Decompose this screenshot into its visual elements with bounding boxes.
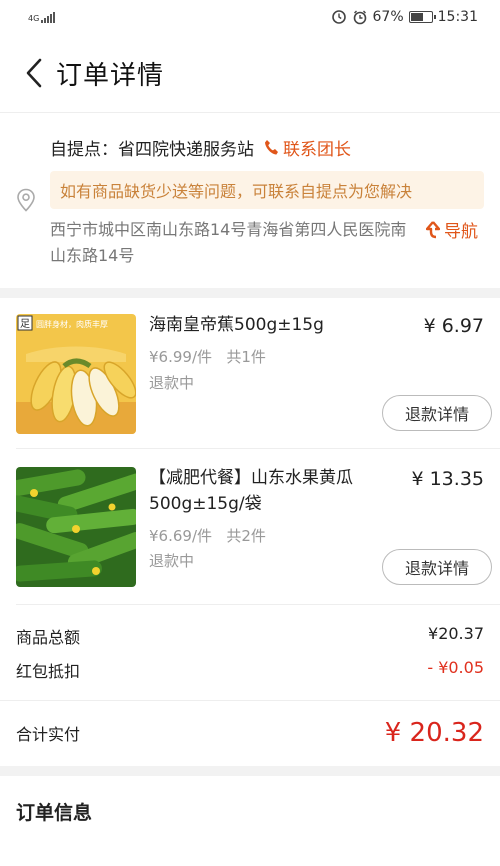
pickup-notice: 如有商品缺货少送等问题，可联系自提点为您解决 bbox=[50, 171, 484, 209]
product-unit-price: ¥6.69/件 bbox=[149, 527, 212, 545]
contact-leader-label: 联系团长 bbox=[283, 140, 351, 160]
goods-total-value: ¥20.37 bbox=[428, 624, 484, 643]
header: 订单详情 bbox=[0, 34, 500, 112]
divider bbox=[16, 448, 500, 449]
coupon-value: - ¥0.05 bbox=[427, 658, 484, 677]
product-refund-status: 退款中 bbox=[149, 552, 195, 570]
phone-icon bbox=[265, 140, 278, 155]
clock-time: 15:31 bbox=[437, 9, 478, 25]
product-image-cucumber bbox=[16, 467, 136, 587]
order-info-card: 订单信息 bbox=[0, 776, 500, 866]
order-goods-card: 足 圆胖身材，肉质丰厚 海南皇帝蕉500g±15g ¥ 6.97 ¥6.99/件… bbox=[0, 298, 500, 766]
chevron-left-icon bbox=[26, 58, 42, 88]
list-item[interactable]: 【减肥代餐】山东水果黄瓜500g±15g/袋 ¥ 13.35 ¥6.69/件 共… bbox=[0, 453, 500, 603]
banana-image: 足 圆胖身材，肉质丰厚 bbox=[16, 314, 136, 434]
status-bar: 4G 67% 15:31 bbox=[0, 0, 500, 34]
refund-details-button[interactable]: 退款详情 bbox=[382, 549, 492, 585]
svg-text:足: 足 bbox=[20, 318, 30, 330]
pickup-name: 省四院快递服务站 bbox=[118, 140, 254, 160]
coupon-row: 红包抵扣 - ¥0.05 bbox=[16, 658, 484, 682]
contact-leader-button[interactable]: 联系团长 bbox=[264, 135, 351, 160]
page-title: 订单详情 bbox=[56, 60, 165, 91]
back-button[interactable] bbox=[20, 53, 48, 93]
product-unit-quantity: ¥6.69/件 共2件 bbox=[149, 525, 266, 546]
product-unit-quantity: ¥6.99/件 共1件 bbox=[149, 346, 266, 367]
location-pin-icon bbox=[17, 188, 35, 212]
product-name: 【减肥代餐】山东水果黄瓜500g±15g/袋 bbox=[149, 468, 353, 514]
goods-total-row: 商品总额 ¥20.37 bbox=[16, 624, 484, 648]
product-refund-status: 退款中 bbox=[149, 374, 195, 392]
battery-percent: 67% bbox=[372, 9, 404, 25]
paid-total-label: 合计实付 bbox=[16, 725, 81, 744]
alarm-icon bbox=[331, 10, 346, 24]
navigate-arrow-icon bbox=[426, 220, 440, 238]
navigate-button[interactable]: 导航 bbox=[426, 217, 478, 242]
clock-icon bbox=[353, 10, 366, 25]
paid-total-value: ¥ 20.32 bbox=[384, 718, 484, 748]
pickup-label: 自提点： bbox=[50, 140, 118, 160]
signal-indicator: 4G bbox=[28, 11, 56, 23]
product-quantity: 共2件 bbox=[226, 527, 266, 545]
navigate-label: 导航 bbox=[444, 222, 478, 242]
signal-icon bbox=[41, 11, 56, 23]
divider bbox=[0, 700, 500, 701]
product-unit-price: ¥6.99/件 bbox=[149, 348, 212, 366]
battery-icon bbox=[408, 11, 436, 23]
battery-fill bbox=[410, 13, 424, 21]
product-name: 海南皇帝蕉500g±15g bbox=[149, 315, 324, 335]
divider bbox=[16, 604, 500, 605]
refund-details-button[interactable]: 退款详情 bbox=[382, 395, 492, 431]
product-image-tag: 圆胖身材，肉质丰厚 bbox=[36, 319, 108, 329]
pickup-address: 西宁市城中区南山东路14号青海省第四人民医院南山东路14号 bbox=[50, 220, 407, 265]
product-price: ¥ 13.35 bbox=[411, 468, 484, 490]
cucumber-image bbox=[16, 467, 136, 587]
product-quantity: 共1件 bbox=[226, 348, 266, 366]
goods-total-label: 商品总额 bbox=[16, 628, 81, 647]
order-info-title: 订单信息 bbox=[16, 802, 93, 824]
list-item[interactable]: 足 圆胖身材，肉质丰厚 海南皇帝蕉500g±15g ¥ 6.97 ¥6.99/件… bbox=[0, 298, 500, 448]
pickup-point: 自提点： 省四院快递服务站 联系团长 bbox=[50, 135, 351, 160]
network-type: 4G bbox=[28, 14, 40, 23]
coupon-label: 红包抵扣 bbox=[16, 662, 81, 681]
product-price: ¥ 6.97 bbox=[423, 315, 484, 337]
paid-total-row: 合计实付 ¥ 20.32 bbox=[16, 718, 484, 748]
product-image-banana: 足 圆胖身材，肉质丰厚 bbox=[16, 314, 136, 434]
pickup-card: 自提点： 省四院快递服务站 联系团长 如有商品缺货少送等问题，可联系自提点为您解… bbox=[0, 112, 500, 288]
